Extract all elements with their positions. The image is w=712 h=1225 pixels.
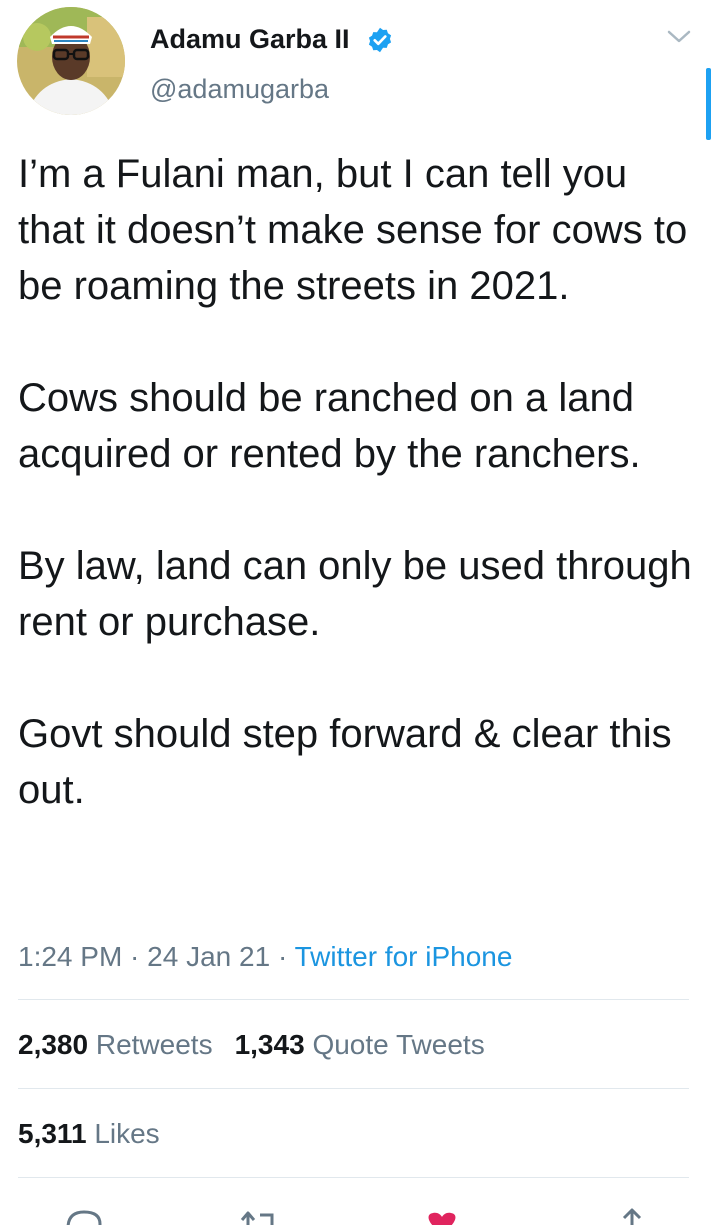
scrollbar[interactable] bbox=[706, 68, 711, 140]
retweets-stat[interactable]: 2,380 Retweets bbox=[18, 1029, 213, 1060]
quote-tweets-label: Quote Tweets bbox=[312, 1029, 485, 1060]
divider bbox=[18, 999, 689, 1000]
tweet-source-link[interactable]: Twitter for iPhone bbox=[295, 941, 513, 972]
divider bbox=[18, 1088, 689, 1089]
tweet-paragraph: Govt should step forward & clear this ou… bbox=[18, 712, 672, 812]
like-icon[interactable] bbox=[422, 1206, 462, 1225]
author-name[interactable]: Adamu Garba II bbox=[150, 22, 350, 56]
tweet-text: I’m a Fulani man, but I can tell you tha… bbox=[18, 146, 698, 818]
retweets-count: 2,380 bbox=[18, 1029, 89, 1060]
likes-label: Likes bbox=[94, 1118, 160, 1149]
tweet-meta: 1:24 PM · 24 Jan 21 · Twitter for iPhone bbox=[18, 939, 512, 975]
chevron-down-icon[interactable] bbox=[666, 28, 692, 46]
tweet-paragraph: I’m a Fulani man, but I can tell you tha… bbox=[18, 152, 688, 308]
avatar[interactable] bbox=[17, 7, 125, 115]
divider bbox=[18, 1177, 689, 1178]
tweet-time: 1:24 PM bbox=[18, 941, 123, 972]
author-handle[interactable]: @adamugarba bbox=[150, 72, 329, 106]
likes-stat[interactable]: 5,311 Likes bbox=[18, 1116, 160, 1152]
retweet-icon[interactable] bbox=[238, 1206, 282, 1225]
action-bar bbox=[0, 1206, 712, 1225]
tweet-paragraph: Cows should be ranched on a land acquire… bbox=[18, 376, 641, 476]
retweets-label: Retweets bbox=[95, 1029, 213, 1060]
quote-tweets-stat[interactable]: 1,343 Quote Tweets bbox=[235, 1029, 485, 1060]
meta-separator: · bbox=[122, 941, 148, 972]
meta-separator: · bbox=[270, 941, 295, 972]
engagement-stats: 2,380 Retweets 1,343 Quote Tweets bbox=[18, 1027, 485, 1063]
likes-count: 5,311 bbox=[18, 1118, 87, 1149]
reply-icon[interactable] bbox=[64, 1206, 104, 1225]
verified-badge-icon bbox=[366, 26, 394, 54]
tweet-paragraph: By law, land can only be used through re… bbox=[18, 544, 692, 644]
tweet-date: 24 Jan 21 bbox=[147, 941, 271, 972]
share-icon[interactable] bbox=[614, 1206, 650, 1225]
quote-tweets-count: 1,343 bbox=[234, 1029, 305, 1060]
